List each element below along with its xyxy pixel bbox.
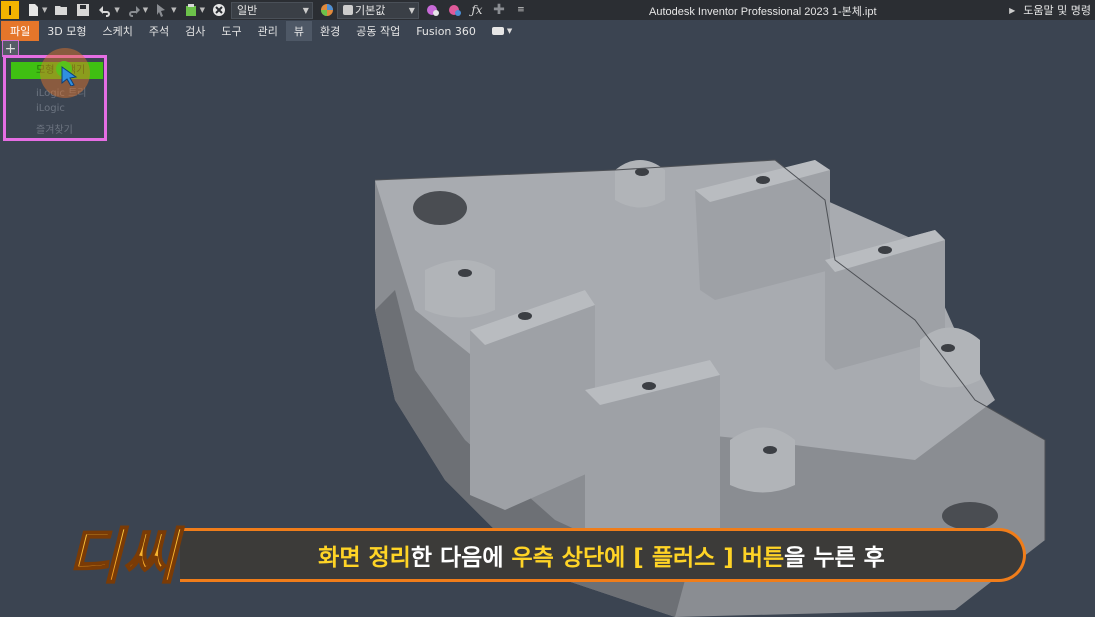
customize-icon[interactable]: ≡ bbox=[513, 2, 529, 18]
material-select-content: 기본값 bbox=[342, 2, 386, 18]
select-icon[interactable] bbox=[154, 2, 170, 18]
tab-annotate[interactable]: 주석 bbox=[141, 21, 177, 41]
tab-collaborate[interactable]: 공동 작업 bbox=[348, 21, 408, 41]
tab-environments[interactable]: 환경 bbox=[312, 21, 348, 41]
chevron-down-icon: ▼ bbox=[506, 27, 513, 35]
tab-manage[interactable]: 관리 bbox=[250, 21, 286, 41]
app-title: Autodesk Inventor Professional 2023 1-본체… bbox=[649, 6, 877, 18]
tab-fusion360[interactable]: Fusion 360 bbox=[408, 23, 484, 40]
fx-icon[interactable]: ƒx bbox=[469, 2, 485, 18]
tab-view[interactable]: 뷰 bbox=[285, 21, 312, 41]
caption-part-3: 우측 상단에 [ 플러스 ] 버튼 bbox=[511, 545, 785, 571]
tab-inspect[interactable]: 검사 bbox=[177, 21, 213, 41]
add-icon[interactable]: ✚ bbox=[491, 2, 507, 18]
style-select[interactable]: 일반 ▼ bbox=[230, 1, 313, 19]
appearance-clear-icon[interactable] bbox=[447, 2, 463, 18]
caption-part-4: 을 누른 후 bbox=[784, 545, 885, 571]
quick-access-toolbar: I ▼ ▼ ▼ ▼ ▼ 일반 ▼ 기본값 ▼ ƒx ✚ ≡ Autodesk I… bbox=[0, 0, 1095, 20]
material-select-value: 기본값 bbox=[354, 4, 386, 17]
brand-logo: 디씨 bbox=[66, 521, 185, 587]
camera-icon bbox=[491, 27, 504, 35]
appearance-icon[interactable] bbox=[425, 2, 441, 18]
menu-item-ilogic[interactable]: iLogic bbox=[36, 103, 65, 114]
ribbon-display-toggle[interactable]: ▼ bbox=[491, 27, 513, 35]
update-icon[interactable] bbox=[183, 2, 199, 18]
subtitle-caption: 화면 정리 한 다음에 우측 상단에 [ 플러스 ] 버튼 을 누른 후 bbox=[180, 528, 1026, 582]
ribbon-tabs: 파일 3D 모형 스케치 주석 검사 도구 관리 뷰 환경 공동 작업 Fusi… bbox=[0, 20, 1095, 42]
tab-sketch[interactable]: 스케치 bbox=[94, 21, 140, 41]
color-wheel-icon[interactable] bbox=[319, 2, 335, 18]
redo-icon[interactable] bbox=[126, 2, 142, 18]
chevron-down-icon: ▼ bbox=[302, 5, 309, 15]
save-icon[interactable] bbox=[75, 2, 91, 18]
clear-icon[interactable] bbox=[211, 2, 227, 18]
caption-part-1: 화면 정리 bbox=[318, 545, 411, 571]
style-select-value: 일반 bbox=[236, 4, 258, 17]
caption-part-2: 한 다음에 bbox=[410, 545, 512, 571]
chevron-down-icon[interactable]: ▼ bbox=[171, 6, 176, 14]
undo-icon[interactable] bbox=[97, 2, 113, 18]
material-select[interactable]: 기본값 ▼ bbox=[336, 1, 419, 19]
material-swatch-icon bbox=[342, 5, 353, 15]
inventor-logo[interactable]: I bbox=[1, 1, 19, 19]
tab-3d-model[interactable]: 3D 모형 bbox=[39, 21, 94, 41]
chevron-down-icon[interactable]: ▼ bbox=[114, 6, 119, 14]
open-icon[interactable] bbox=[53, 2, 69, 18]
chevron-down-icon: ▼ bbox=[408, 5, 415, 15]
chevron-down-icon[interactable]: ▼ bbox=[42, 6, 47, 14]
chevron-down-icon[interactable]: ▼ bbox=[200, 6, 205, 14]
tab-file[interactable]: 파일 bbox=[1, 21, 40, 41]
help-search-label: 도움말 및 명령 bbox=[1023, 4, 1091, 17]
tab-tools[interactable]: 도구 bbox=[213, 21, 249, 41]
menu-item-favorites[interactable]: 즐겨찾기 bbox=[36, 121, 73, 136]
help-search[interactable]: ▶ 도움말 및 명령 bbox=[1009, 2, 1091, 18]
chevron-down-icon[interactable]: ▼ bbox=[143, 6, 148, 14]
mouse-cursor-icon bbox=[61, 66, 78, 86]
chevron-right-icon: ▶ bbox=[1009, 5, 1016, 15]
new-icon[interactable] bbox=[25, 2, 41, 18]
brand-logo-text: 디씨 bbox=[67, 522, 184, 587]
